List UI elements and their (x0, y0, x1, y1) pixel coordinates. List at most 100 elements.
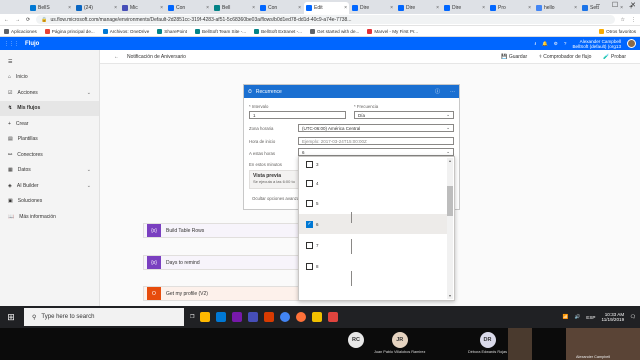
hours-dropdown[interactable]: ▴ ▾ 3 4 5 ✓ 6 7 8 (298, 156, 455, 301)
scroll-down-icon[interactable]: ▾ (447, 293, 453, 299)
avatar[interactable] (627, 39, 636, 48)
taskbar-search[interactable]: ⚲ Type here to search (24, 308, 184, 326)
close-window-icon[interactable]: ✕ (630, 1, 636, 9)
sidebar-item-soluciones[interactable]: ▣ Soluciones (0, 194, 99, 210)
start-time-input[interactable]: Ejemplo: 2017-03-24T15:00:00Z (298, 137, 454, 145)
close-tab-icon[interactable]: × (298, 5, 301, 11)
menu-dots-icon[interactable]: ⋮ (631, 17, 636, 23)
hamburger-menu[interactable]: ☰ (0, 54, 99, 70)
sidebar-item-mis-flujos[interactable]: ↯ Mis flujos (0, 100, 99, 116)
hour-option[interactable]: 5 (299, 193, 447, 213)
waffle-icon[interactable]: ⋮⋮⋮ (4, 41, 19, 47)
scrollbar-thumb[interactable] (447, 186, 453, 216)
bookmark-item[interactable]: Marvel - My First Pr... (367, 28, 418, 34)
notifications-icon[interactable]: 🗨 (630, 314, 636, 320)
hour-option[interactable]: 4 (299, 173, 447, 193)
onenote-icon[interactable] (232, 312, 243, 322)
back-arrow-icon[interactable]: ← (114, 54, 119, 60)
hour-option[interactable]: ✓ 6 (299, 214, 447, 234)
meeting-participant[interactable]: RC (348, 332, 364, 350)
checkbox[interactable] (306, 262, 313, 270)
browser-tab[interactable]: hello × (534, 2, 579, 14)
bookmark-item[interactable]: Otros favoritos (599, 28, 636, 34)
star-icon[interactable]: ☆ (621, 17, 625, 23)
bookmark-item[interactable]: Get started with de... (309, 28, 359, 34)
minimize-icon[interactable]: – (596, 1, 600, 9)
office-icon[interactable] (264, 312, 275, 322)
language-indicator[interactable]: ESP (586, 315, 595, 320)
close-tab-icon[interactable]: × (160, 5, 163, 11)
checkbox[interactable] (306, 160, 313, 168)
meeting-participant[interactable]: DR Débora Edwards Rojas (468, 332, 507, 354)
help-icon[interactable]: ? (564, 41, 567, 46)
close-tab-icon[interactable]: × (574, 5, 577, 11)
hour-option[interactable]: 7 (299, 235, 447, 255)
browser-tab[interactable]: Dire × (396, 2, 441, 14)
sidebar-item-acciones[interactable]: ☑ Acciones ⌄ (0, 85, 99, 101)
firefox-icon[interactable] (296, 312, 307, 322)
browser-tab[interactable]: Dire × (350, 2, 395, 14)
info-icon[interactable]: ⓘ (435, 88, 440, 95)
app-icon[interactable] (328, 312, 339, 322)
browser-tab[interactable]: Bell × (212, 2, 257, 14)
sidebar-item-datos[interactable]: ▦ Datos ⌄ (0, 163, 99, 179)
file-explorer-icon[interactable] (200, 312, 211, 322)
close-tab-icon[interactable]: × (436, 5, 439, 11)
browser-tab[interactable]: Con × (258, 2, 303, 14)
hide-advanced-options[interactable]: Ocultar opciones avanza ⌃ (252, 196, 304, 202)
close-tab-icon[interactable]: × (206, 5, 209, 11)
bookmark-item[interactable]: BellSoft Team Site -... (195, 28, 246, 34)
test-button[interactable]: 🧪 Probar (603, 54, 626, 60)
save-button[interactable]: 💾 Guardar (501, 54, 527, 60)
browser-tab[interactable]: Mic × (120, 2, 165, 14)
browser-tab[interactable]: Pro × (488, 2, 533, 14)
volume-icon[interactable]: 🔊 (575, 314, 581, 320)
chrome-icon[interactable] (280, 312, 291, 322)
bookmark-item[interactable]: Página principal de... (44, 28, 95, 34)
back-icon[interactable]: ← (4, 17, 9, 23)
checkbox[interactable] (306, 199, 313, 207)
close-tab-icon[interactable]: × (68, 5, 71, 11)
close-tab-icon[interactable]: × (390, 5, 393, 11)
reload-icon[interactable]: ⟳ (26, 17, 30, 23)
close-tab-icon[interactable]: × (528, 5, 531, 11)
outlook-icon[interactable] (216, 312, 227, 322)
windows-start-icon[interactable]: ⊞ (4, 312, 18, 323)
interval-input[interactable]: 1 (249, 111, 346, 119)
bookmark-item[interactable]: SharePoint (157, 28, 187, 34)
sidebar-item-ai-builder[interactable]: ◈ AI Builder ⌄ (0, 178, 99, 194)
close-tab-icon[interactable]: × (482, 5, 485, 11)
frequency-select[interactable]: Día ⌄ (354, 111, 454, 119)
sidebar-item-plantillas[interactable]: ▤ Plantillas (0, 132, 99, 148)
task-view-icon[interactable]: ❐ (190, 314, 194, 320)
browser-tab[interactable]: (24) × (74, 2, 119, 14)
meeting-participant[interactable]: JR Juan Pablo Villalobos Ramirez (374, 332, 425, 354)
bookmark-item[interactable]: Aplicaciones (4, 28, 37, 34)
checkbox[interactable]: ✓ (306, 220, 313, 228)
timezone-select[interactable]: (UTC-06:00) América Central ⌄ (298, 124, 454, 132)
scroll-up-icon[interactable]: ▴ (447, 158, 453, 164)
sidebar-item-conectores[interactable]: ⚯ Conectores (0, 147, 99, 163)
gear-icon[interactable]: ⚙ (554, 41, 558, 47)
bell-icon[interactable]: 🔔 (542, 41, 548, 47)
checkbox[interactable] (306, 241, 313, 249)
browser-tab[interactable]: Edit × (304, 2, 349, 14)
checkbox[interactable] (306, 179, 313, 187)
browser-tab[interactable]: BellS × (28, 2, 73, 14)
close-tab-icon[interactable]: × (252, 5, 255, 11)
wifi-icon[interactable]: 📶 (563, 314, 569, 320)
user-info[interactable]: Alexander Campbell BellSoft (default) (o… (572, 39, 621, 49)
hour-option[interactable]: 8 (299, 256, 447, 276)
close-tab-icon[interactable]: × (114, 5, 117, 11)
clock[interactable]: 10:33 AM 11/19/2019 (602, 312, 625, 322)
forward-icon[interactable]: → (15, 17, 20, 23)
browser-tab[interactable]: Con × (166, 2, 211, 14)
recurrence-header[interactable]: ⏱ Recurrence ⓘ ⋯ (244, 85, 459, 98)
dropdown-scrollbar[interactable]: ▴ ▾ (447, 158, 453, 299)
maximize-icon[interactable]: ☐ (612, 1, 618, 9)
bookmark-item[interactable]: BellSoft Extranet -... (254, 28, 302, 34)
sidebar-item-crear[interactable]: + Crear (0, 116, 99, 132)
folder-icon[interactable] (312, 312, 323, 322)
more-options-icon[interactable]: ⋯ (450, 89, 455, 95)
flow-checker-button[interactable]: ⚕ Comprobador de flujo (539, 54, 591, 60)
